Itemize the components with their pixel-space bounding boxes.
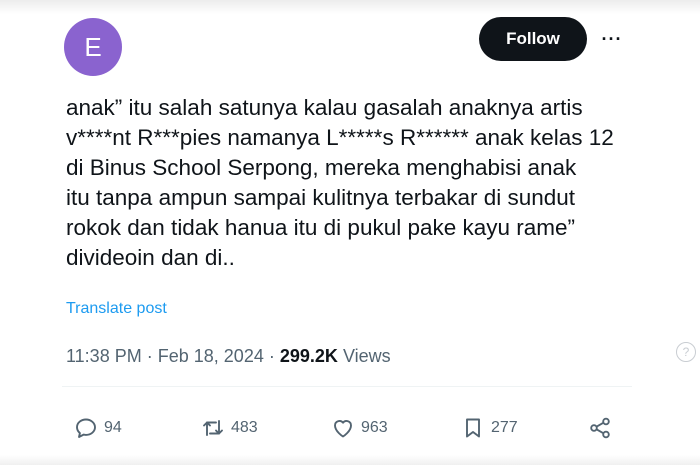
divider	[62, 386, 632, 387]
post-text-line: itu tanpa ampun sampai kulitnya terbakar…	[66, 185, 576, 210]
post-text-line: anak” itu salah satunya kalau gasalah an…	[66, 95, 583, 120]
post-text-line: di Binus School Serpong, mereka menghabi…	[66, 155, 577, 180]
like-count: 963	[361, 419, 388, 436]
repost-button[interactable]: 483	[201, 408, 258, 448]
avatar[interactable]: E	[64, 18, 122, 76]
reply-button[interactable]: 94	[74, 408, 122, 448]
post-text: anak” itu salah satunya kalau gasalah an…	[66, 93, 646, 273]
follow-button[interactable]: Follow	[479, 17, 587, 61]
reply-icon	[76, 418, 96, 438]
post-text-line: rokok dan tidak hanua itu di pukul pake …	[66, 215, 576, 240]
bookmark-button[interactable]: 277	[461, 408, 518, 448]
post-meta: 11:38 PM · Feb 18, 2024 · 299.2K Views	[66, 346, 391, 367]
help-icon[interactable]: ?	[676, 342, 696, 362]
repost-icon	[203, 420, 223, 436]
post-text-line: divideoin dan di..	[66, 245, 235, 270]
post-time[interactable]: 11:38 PM	[66, 346, 142, 366]
top-edge	[0, 0, 700, 14]
translate-post-link[interactable]: Translate post	[66, 300, 167, 318]
like-button[interactable]: 963	[331, 408, 388, 448]
separator: ·	[268, 346, 275, 366]
separator: ·	[146, 346, 153, 366]
share-button[interactable]	[588, 408, 612, 448]
views-label: Views	[342, 346, 391, 366]
views-count: 299.2K	[279, 346, 338, 366]
post-text-line: v****nt R***pies namanya L*****s R******…	[66, 125, 614, 150]
more-options-icon[interactable]: ···	[598, 24, 626, 54]
action-bar: 94 483 963 277	[0, 408, 700, 448]
heart-icon	[334, 420, 352, 438]
bottom-edge	[0, 455, 700, 465]
repost-count: 483	[231, 419, 258, 436]
bookmark-count: 277	[491, 419, 518, 436]
bookmark-icon	[466, 418, 480, 438]
post-date[interactable]: Feb 18, 2024	[158, 346, 264, 366]
share-icon	[590, 417, 610, 439]
avatar-letter: E	[84, 31, 102, 62]
reply-count: 94	[104, 419, 122, 436]
